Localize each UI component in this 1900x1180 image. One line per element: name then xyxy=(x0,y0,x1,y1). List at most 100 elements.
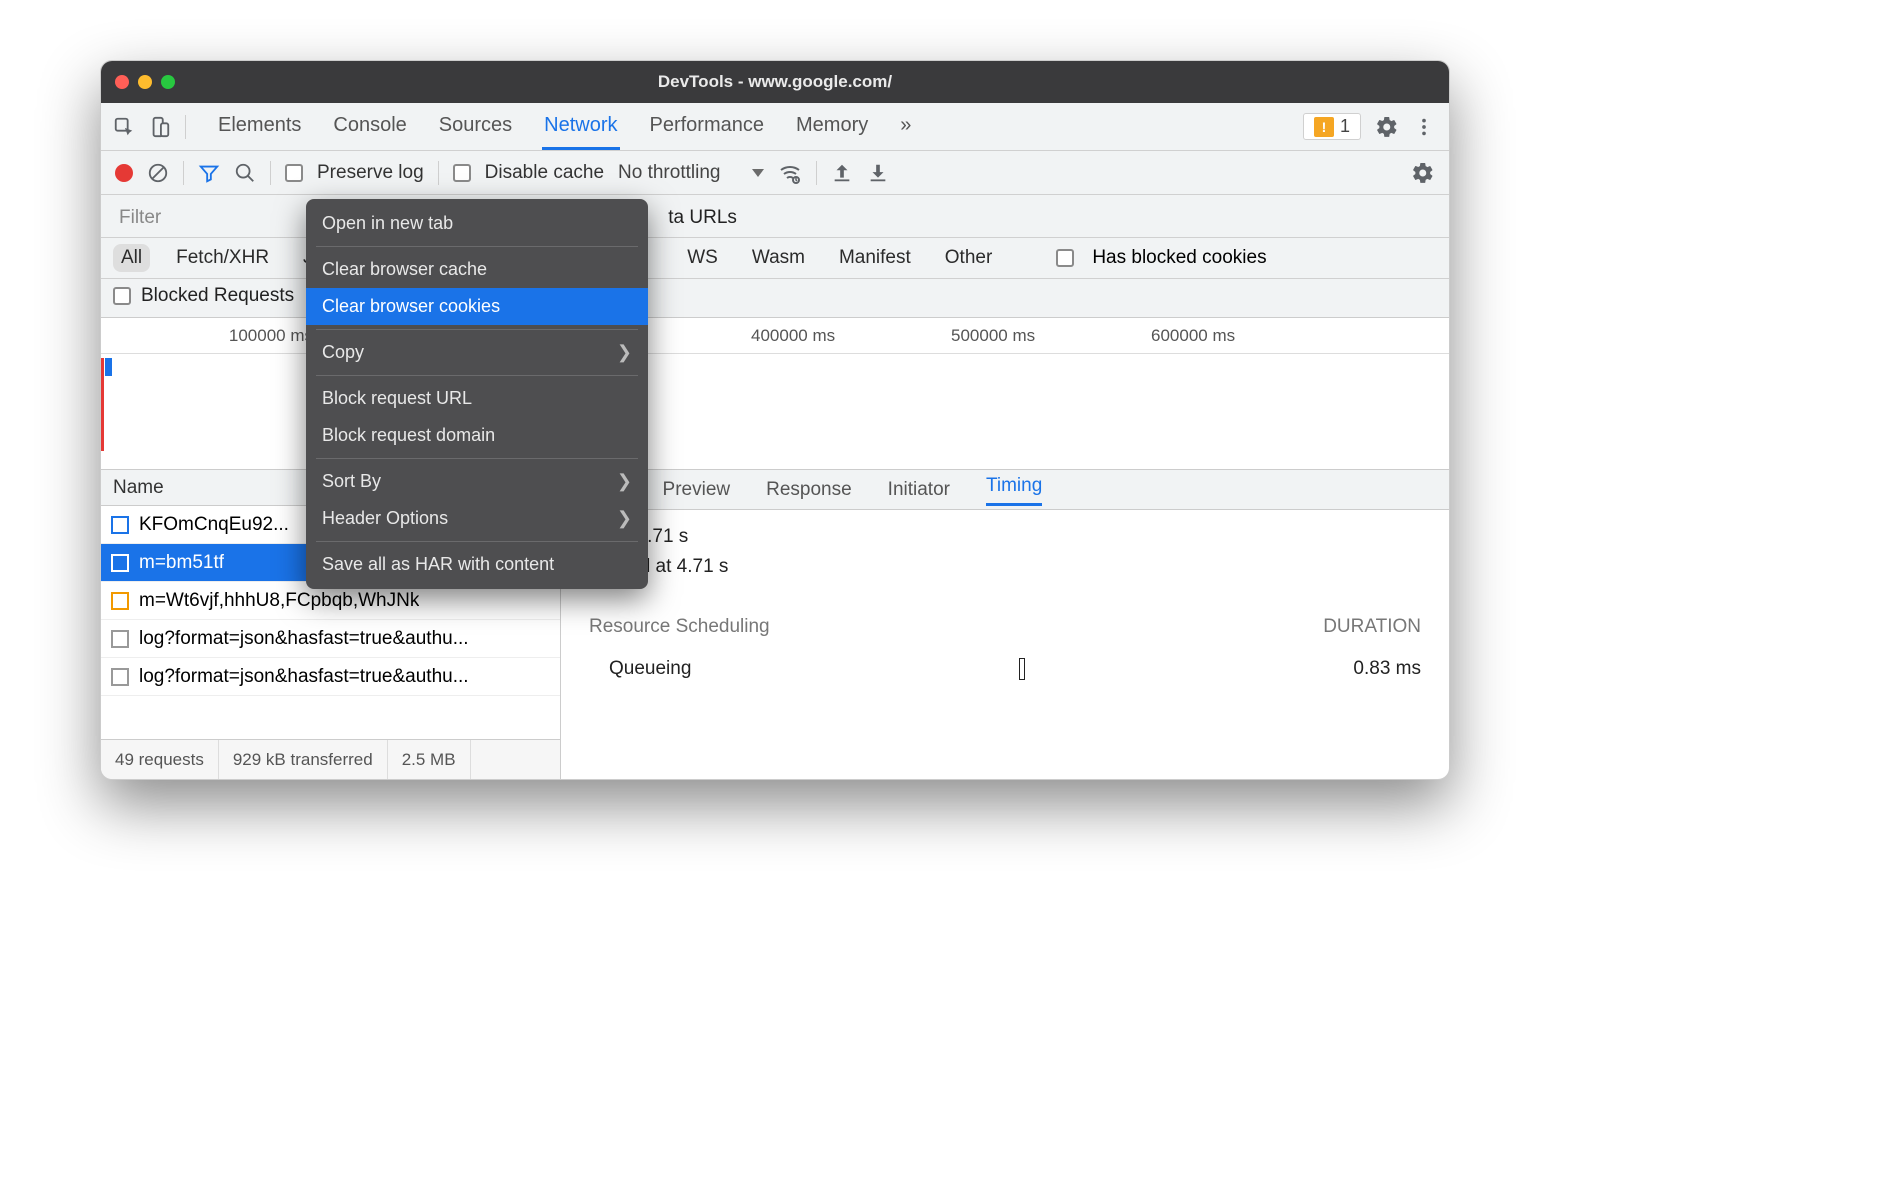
file-icon xyxy=(111,592,129,610)
menu-separator xyxy=(316,329,638,330)
titlebar: DevTools - www.google.com/ xyxy=(101,61,1449,103)
separator xyxy=(183,161,184,185)
tab-elements[interactable]: Elements xyxy=(216,104,303,149)
warning-icon: ! xyxy=(1314,117,1334,137)
chip-wasm[interactable]: Wasm xyxy=(744,244,813,272)
timeline-tick: 400000 ms xyxy=(751,318,951,353)
menu-block-domain[interactable]: Block request domain xyxy=(306,417,648,454)
request-name: log?format=json&hasfast=true&authu... xyxy=(139,628,469,650)
menu-separator xyxy=(316,458,638,459)
network-conditions-icon[interactable] xyxy=(778,161,802,185)
panel-tabstrip: Elements Console Sources Network Perform… xyxy=(101,103,1449,151)
network-settings-icon[interactable] xyxy=(1411,161,1435,185)
download-har-icon[interactable] xyxy=(867,162,889,184)
blocked-requests-checkbox[interactable] xyxy=(113,287,131,305)
blocked-requests-label[interactable]: Blocked Requests xyxy=(141,285,294,307)
request-detail-pane: aders Preview Response Initiator Timing … xyxy=(561,470,1449,779)
chip-other[interactable]: Other xyxy=(937,244,1001,272)
timing-ed-at: ed at 4.71 s xyxy=(589,526,1421,548)
chevron-down-icon xyxy=(752,169,764,177)
menu-sort-by[interactable]: Sort By ❯ xyxy=(306,463,648,500)
request-row[interactable]: log?format=json&hasfast=true&authu... xyxy=(101,620,560,658)
has-blocked-cookies-checkbox[interactable] xyxy=(1056,249,1074,267)
separator xyxy=(185,115,186,139)
status-transferred: 929 kB transferred xyxy=(219,740,388,779)
settings-icon[interactable] xyxy=(1375,115,1399,139)
tab-console[interactable]: Console xyxy=(331,104,408,149)
menu-clear-cache[interactable]: Clear browser cache xyxy=(306,251,648,288)
chevron-right-icon: ❯ xyxy=(617,471,632,492)
status-requests: 49 requests xyxy=(101,740,219,779)
separator xyxy=(438,161,439,185)
tab-response[interactable]: Response xyxy=(766,479,852,501)
upload-har-icon[interactable] xyxy=(831,162,853,184)
file-icon xyxy=(111,516,129,534)
separator xyxy=(816,161,817,185)
record-button[interactable] xyxy=(115,164,133,182)
tab-sources[interactable]: Sources xyxy=(437,104,514,149)
separator xyxy=(270,161,271,185)
tab-network[interactable]: Network xyxy=(542,104,619,150)
disable-cache-checkbox[interactable] xyxy=(453,164,471,182)
request-row[interactable]: log?format=json&hasfast=true&authu... xyxy=(101,658,560,696)
has-blocked-cookies-label[interactable]: Has blocked cookies xyxy=(1092,247,1266,269)
preserve-log-checkbox[interactable] xyxy=(285,164,303,182)
menu-header-options[interactable]: Header Options ❯ xyxy=(306,500,648,537)
device-toolbar-icon[interactable] xyxy=(149,116,171,138)
network-toolbar: Preserve log Disable cache No throttling xyxy=(101,151,1449,195)
chip-ws[interactable]: WS xyxy=(679,244,726,272)
timeline-tick: 600000 ms xyxy=(1151,318,1449,353)
request-name: m=Wt6vjf,hhhU8,FCpbqb,WhJNk xyxy=(139,590,419,612)
disable-cache-label[interactable]: Disable cache xyxy=(485,162,604,184)
request-name: log?format=json&hasfast=true&authu... xyxy=(139,666,469,688)
timeline-load-marker xyxy=(101,358,104,451)
menu-separator xyxy=(316,246,638,247)
network-details-area: Name KFOmCnqEu92... m=bm51tf m=Wt6vjf,hh… xyxy=(101,470,1449,779)
menu-copy[interactable]: Copy ❯ xyxy=(306,334,648,371)
timeline-tick: 500000 ms xyxy=(951,318,1151,353)
queueing-value: 0.83 ms xyxy=(1353,658,1421,686)
tab-preview[interactable]: Preview xyxy=(663,479,731,501)
menu-block-url[interactable]: Block request URL xyxy=(306,380,648,417)
chevron-right-icon: ❯ xyxy=(617,508,632,529)
menu-save-har[interactable]: Save all as HAR with content xyxy=(306,546,648,583)
timeline-overview[interactable]: 100000 ms 400000 ms 500000 ms 600000 ms xyxy=(101,318,1449,470)
search-icon[interactable] xyxy=(234,162,256,184)
tab-initiator[interactable]: Initiator xyxy=(888,479,950,501)
inspect-element-icon[interactable] xyxy=(113,116,135,138)
detail-tabs: aders Preview Response Initiator Timing xyxy=(561,470,1449,510)
timeline-ruler: 100000 ms 400000 ms 500000 ms 600000 ms xyxy=(101,318,1449,354)
chip-all[interactable]: All xyxy=(113,244,150,272)
file-icon xyxy=(111,554,129,572)
issues-count: 1 xyxy=(1340,116,1350,137)
preserve-log-label[interactable]: Preserve log xyxy=(317,162,424,184)
tab-memory[interactable]: Memory xyxy=(794,104,870,149)
filter-icon[interactable] xyxy=(198,162,220,184)
menu-clear-cookies[interactable]: Clear browser cookies xyxy=(306,288,648,325)
tab-performance[interactable]: Performance xyxy=(648,104,767,149)
blocked-requests-row: Blocked Requests xyxy=(101,279,1449,318)
clear-icon[interactable] xyxy=(147,162,169,184)
file-icon xyxy=(111,630,129,648)
filter-input[interactable]: Filter xyxy=(113,203,293,233)
throttling-value: No throttling xyxy=(618,162,720,184)
timeline-request-bar xyxy=(105,358,112,376)
chip-fetch-xhr[interactable]: Fetch/XHR xyxy=(168,244,277,272)
filter-bar: Filter ta URLs xyxy=(101,195,1449,238)
timing-panel: ed at 4.71 s Started at 4.71 s Resource … xyxy=(561,510,1449,779)
menu-open-new-tab[interactable]: Open in new tab xyxy=(306,205,648,242)
devtools-window: DevTools - www.google.com/ Elements Cons… xyxy=(100,60,1450,780)
status-resources: 2.5 MB xyxy=(388,740,471,779)
more-options-icon[interactable] xyxy=(1413,116,1435,138)
throttling-dropdown[interactable]: No throttling xyxy=(618,162,764,184)
issues-badge[interactable]: ! 1 xyxy=(1303,113,1361,140)
chip-manifest[interactable]: Manifest xyxy=(831,244,919,272)
more-tabs-button[interactable]: » xyxy=(898,104,913,149)
menu-separator xyxy=(316,375,638,376)
queueing-label: Queueing xyxy=(589,658,691,686)
resource-type-chips: All Fetch/XHR JS WS Wasm Manifest Other … xyxy=(101,238,1449,279)
file-icon xyxy=(111,668,129,686)
context-menu: Open in new tab Clear browser cache Clea… xyxy=(306,199,648,589)
tab-timing[interactable]: Timing xyxy=(986,475,1042,506)
window-title: DevTools - www.google.com/ xyxy=(101,72,1449,92)
